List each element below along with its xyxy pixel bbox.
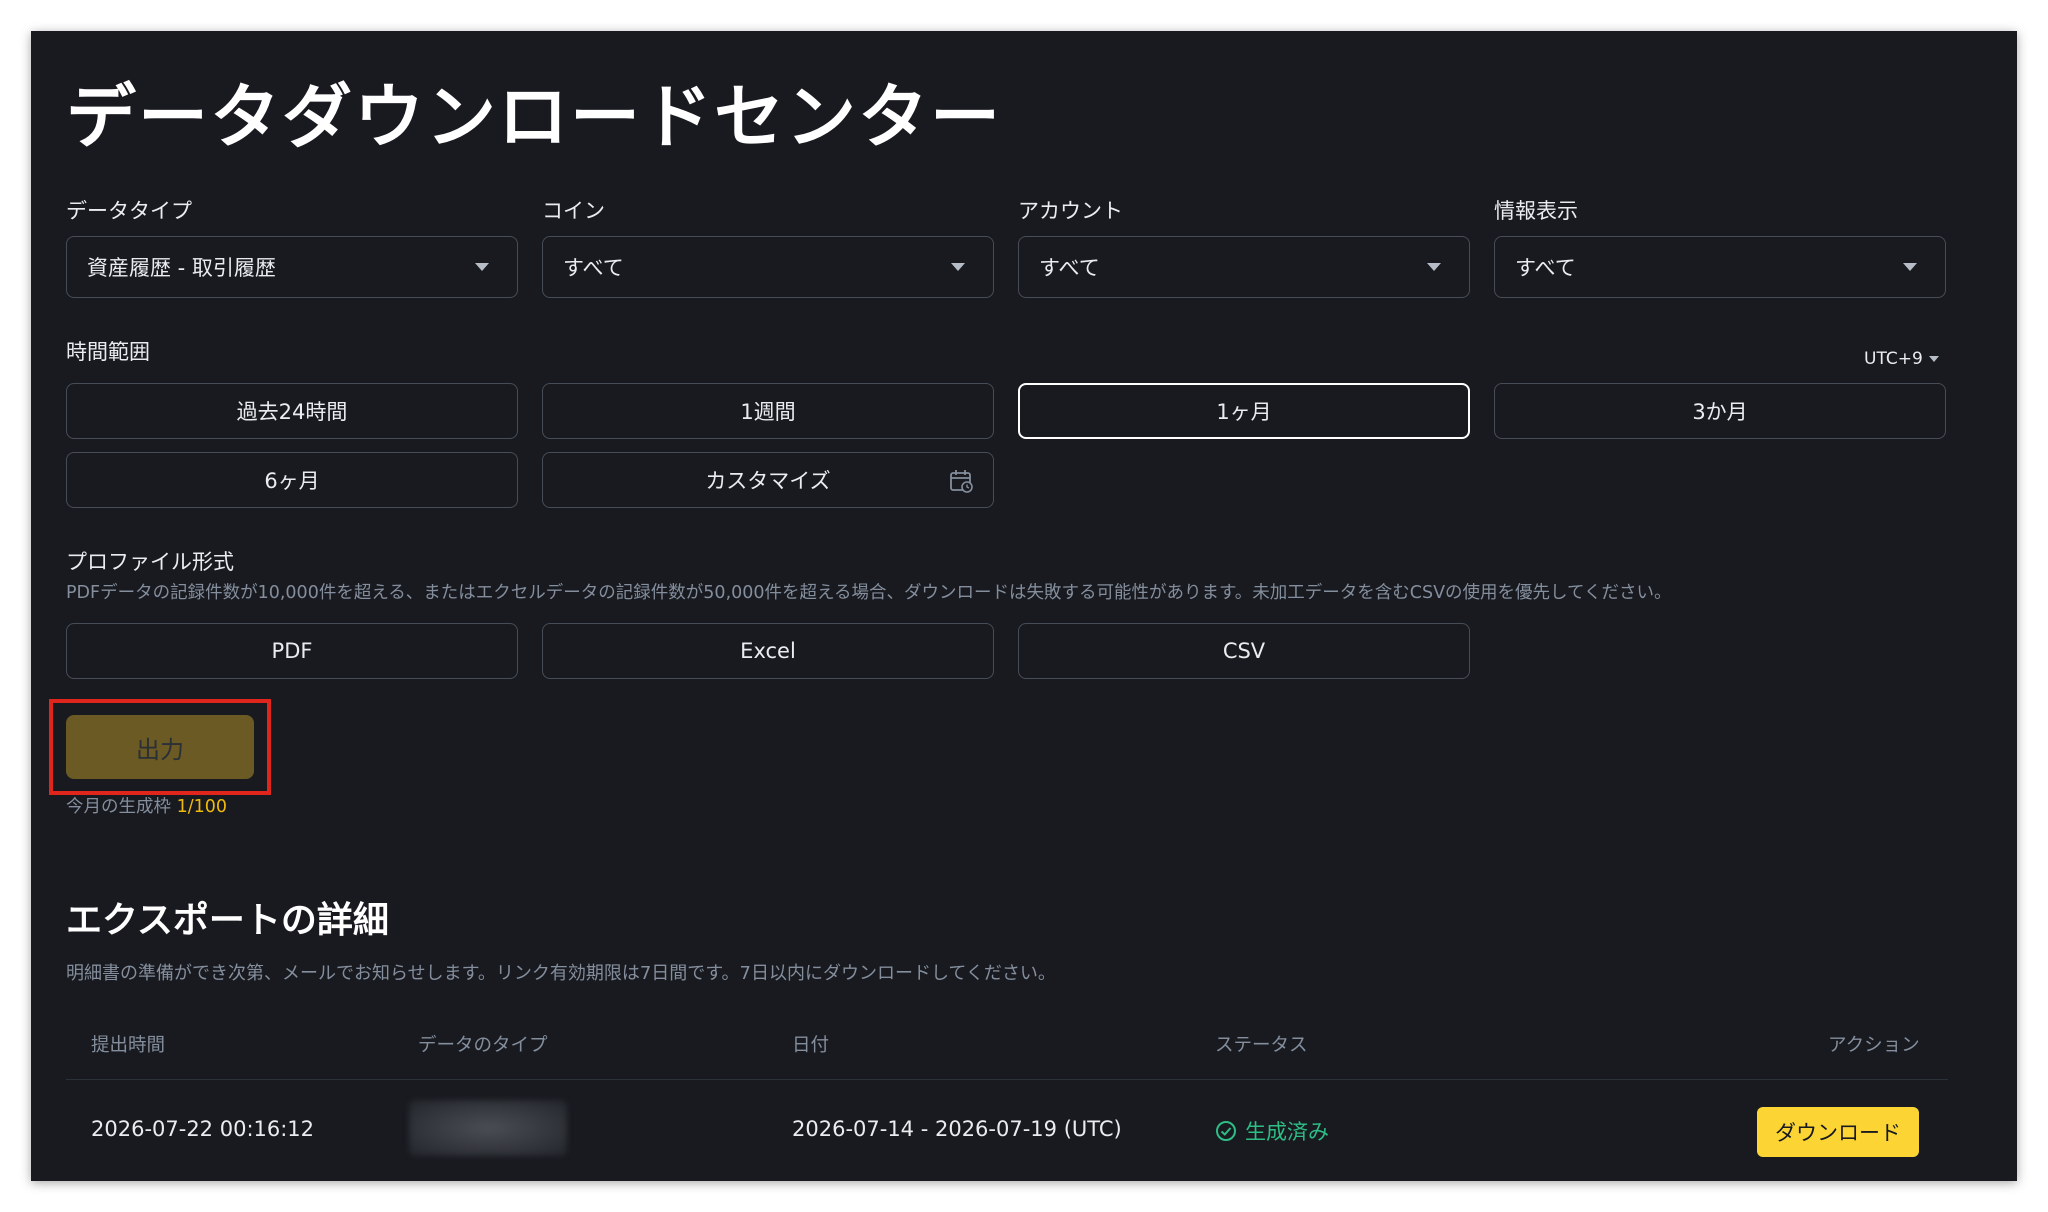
calendar-icon	[950, 470, 973, 493]
cell-submitted: 2026-07-22 00:16:12	[91, 1117, 315, 1141]
timezone-value: UTC+9	[1864, 349, 1923, 369]
format-excel-button[interactable]: Excel	[542, 623, 994, 679]
download-center-panel: データダウンロードセンター データタイプ 資産履歴 - 取引履歴 コイン すべて…	[31, 31, 2017, 1181]
range-custom-label: カスタマイズ	[705, 469, 831, 493]
status-label: 生成済み	[1245, 1120, 1329, 1144]
range-1month-button[interactable]: 1ヶ月	[1018, 383, 1470, 439]
timezone-select[interactable]: UTC+9	[1864, 349, 1939, 369]
chevron-down-icon	[475, 263, 489, 271]
format-csv-button[interactable]: CSV	[1018, 623, 1470, 679]
page-title: データダウンロードセンター	[66, 76, 1002, 158]
quota-value: 1/100	[176, 797, 228, 817]
table-divider	[66, 1079, 1948, 1080]
data-type-label: データタイプ	[66, 199, 192, 223]
time-range-label: 時間範囲	[66, 340, 150, 364]
export-details-title: エクスポートの詳細	[66, 900, 389, 941]
generation-quota: 今月の生成枠 1/100	[66, 793, 227, 818]
cell-status: 生成済み	[1215, 1116, 1329, 1146]
coin-label: コイン	[542, 199, 605, 223]
info-display-select[interactable]: すべて	[1494, 236, 1946, 298]
profile-format-note: PDFデータの記録件数が10,000件を超える、またはエクセルデータの記録件数が…	[66, 583, 1672, 603]
account-label: アカウント	[1018, 199, 1123, 223]
account-value: すべて	[1039, 256, 1100, 280]
chevron-down-icon	[1903, 263, 1917, 271]
cell-date-range: 2026-07-14 - 2026-07-19 (UTC)	[792, 1117, 1122, 1141]
range-6month-button[interactable]: 6ヶ月	[66, 452, 518, 508]
quota-label: 今月の生成枠	[66, 797, 171, 817]
profile-format-label: プロファイル形式	[66, 550, 234, 574]
chevron-down-icon	[1427, 263, 1441, 271]
export-details-description: 明細書の準備ができ次第、メールでお知らせします。リンク有効期限は7日間です。7日…	[66, 963, 1056, 984]
info-display-value: すべて	[1515, 256, 1576, 280]
account-select[interactable]: すべて	[1018, 236, 1470, 298]
format-pdf-button[interactable]: PDF	[66, 623, 518, 679]
coin-select[interactable]: すべて	[542, 236, 994, 298]
column-header-data-type: データのタイプ	[418, 1035, 548, 1056]
check-circle-icon	[1216, 1121, 1236, 1141]
column-header-submitted: 提出時間	[91, 1035, 166, 1056]
chevron-down-icon	[951, 263, 965, 271]
data-type-select[interactable]: 資産履歴 - 取引履歴	[66, 236, 518, 298]
range-3month-button[interactable]: 3か月	[1494, 383, 1946, 439]
download-button[interactable]: ダウンロード	[1757, 1107, 1919, 1157]
chevron-down-icon	[1928, 356, 1939, 362]
cell-data-type-redacted	[409, 1100, 567, 1156]
data-type-value: 資産履歴 - 取引履歴	[87, 256, 276, 280]
coin-value: すべて	[563, 256, 624, 280]
range-24h-button[interactable]: 過去24時間	[66, 383, 518, 439]
range-custom-button[interactable]: カスタマイズ	[542, 452, 994, 508]
column-header-status: ステータス	[1215, 1035, 1308, 1056]
column-header-action: アクション	[1828, 1035, 1920, 1056]
column-header-date: 日付	[792, 1035, 830, 1056]
range-1week-button[interactable]: 1週間	[542, 383, 994, 439]
export-button[interactable]: 出力	[66, 715, 254, 779]
info-display-label: 情報表示	[1494, 199, 1578, 223]
